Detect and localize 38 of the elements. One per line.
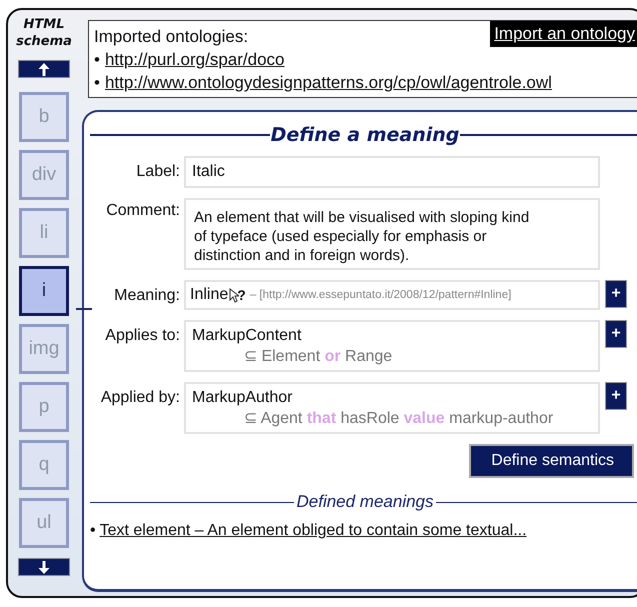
class-field[interactable]: MarkupContent ⊆ Element or Range bbox=[184, 320, 600, 372]
meaning-value: Inline bbox=[190, 286, 228, 304]
bullet: • bbox=[94, 72, 100, 94]
up-arrow-icon bbox=[38, 62, 50, 76]
add-button[interactable]: + bbox=[605, 280, 627, 308]
class-value: MarkupContent bbox=[192, 326, 302, 346]
scroll-up-button[interactable] bbox=[18, 60, 70, 78]
class-expression: ⊆ Element or Range bbox=[243, 347, 394, 367]
field-label: Applies to: bbox=[104, 326, 180, 346]
define-semantics-button[interactable]: Define semantics bbox=[469, 444, 634, 478]
meaning-link[interactable]: Text element – An element obliged to contain some textual... bbox=[100, 522, 527, 540]
help-mark[interactable]: ? bbox=[237, 287, 246, 303]
meaning-field[interactable]: Inline ? – [http://www.essepuntato.it/2008/12/pattern#Inline] bbox=[184, 280, 600, 310]
class-field[interactable]: MarkupAuthor ⊆ Agent that hasRole value markup-author bbox=[184, 382, 600, 434]
text-field[interactable]: Italic bbox=[184, 156, 600, 188]
ontology-link[interactable]: http://www.ontologydesignpatterns.org/cp/owl/agentrole.owl bbox=[104, 71, 552, 94]
class-value: MarkupAuthor bbox=[192, 388, 294, 408]
section-title: Define a meaning bbox=[270, 124, 460, 146]
field-label: Label: bbox=[135, 162, 180, 182]
cursor-icon bbox=[229, 288, 240, 302]
meaning-uri: – [http://www.essepuntato.it/2008/12/pattern#Inline] bbox=[250, 289, 512, 301]
import-ontology-button[interactable]: Import an ontology bbox=[490, 21, 637, 47]
down-arrow-icon bbox=[38, 560, 50, 574]
add-button[interactable]: + bbox=[605, 382, 627, 410]
ontology-link[interactable]: http://purl.org/spar/doco bbox=[104, 48, 284, 71]
add-button[interactable]: + bbox=[605, 320, 627, 348]
section-title: Defined meanings bbox=[295, 492, 435, 512]
comment-field[interactable]: An element that will be visualised with sloping kind of typeface (used especially for emphasis or distinction and in foreign words). bbox=[184, 198, 600, 270]
field-label: Comment: bbox=[105, 201, 180, 221]
class-expression: ⊆ Agent that hasRole value markup-author bbox=[243, 409, 554, 429]
schema-title: HTML schema bbox=[15, 16, 73, 50]
bullet: • bbox=[90, 522, 96, 540]
ontologies-heading: Imported ontologies: bbox=[94, 26, 248, 48]
field-label: Applied by: bbox=[100, 388, 180, 408]
scroll-down-button[interactable] bbox=[18, 558, 70, 576]
field-label: Meaning: bbox=[113, 286, 180, 306]
bullet: • bbox=[94, 49, 100, 71]
element-tab[interactable]: i bbox=[19, 266, 69, 316]
